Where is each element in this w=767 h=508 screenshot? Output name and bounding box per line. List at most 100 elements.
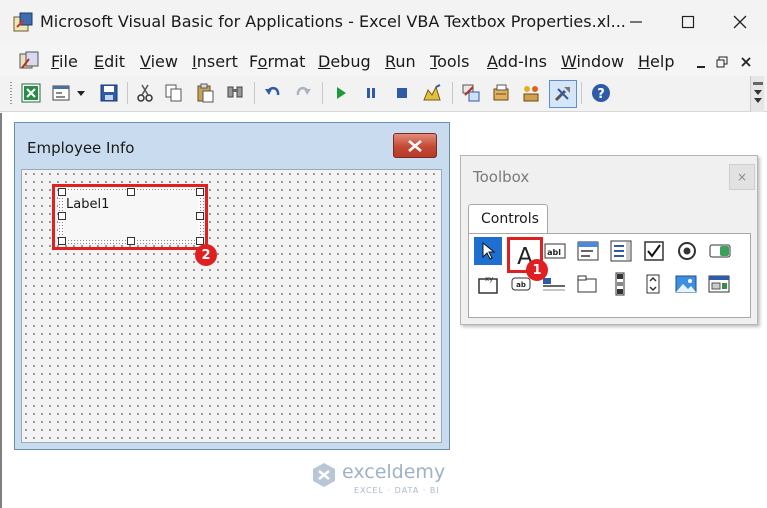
excel-icon[interactable] bbox=[20, 82, 42, 104]
save-icon[interactable] bbox=[98, 82, 120, 104]
svg-text:ab: ab bbox=[516, 281, 526, 289]
toolbar-separator bbox=[254, 82, 255, 104]
textbox-tool[interactable]: abl bbox=[541, 237, 569, 265]
menu-format[interactable]: Format bbox=[249, 52, 305, 71]
copy-icon[interactable] bbox=[163, 82, 185, 104]
close-icon bbox=[733, 15, 747, 29]
toggle-button-tool[interactable] bbox=[706, 237, 734, 265]
find-icon[interactable] bbox=[224, 82, 246, 104]
toolbar-grip[interactable] bbox=[10, 82, 12, 104]
toolbar-separator bbox=[452, 82, 453, 104]
image-icon bbox=[675, 275, 697, 293]
undo-icon[interactable] bbox=[262, 82, 284, 104]
tab-controls[interactable]: Controls bbox=[468, 204, 548, 234]
mdi-close-icon[interactable] bbox=[740, 53, 752, 67]
toolbar-separator bbox=[581, 82, 582, 104]
menu-view[interactable]: View bbox=[140, 52, 178, 71]
tab-controls-label: Controls bbox=[481, 211, 539, 227]
module-icon[interactable] bbox=[18, 50, 40, 72]
menu-window[interactable]: Window bbox=[561, 52, 624, 71]
svg-text:?: ? bbox=[597, 87, 605, 102]
reset-icon[interactable] bbox=[391, 82, 413, 104]
properties-icon[interactable] bbox=[490, 82, 512, 104]
vba-app-icon bbox=[12, 11, 34, 33]
toolbox-close-button[interactable]: × bbox=[729, 164, 755, 190]
frame-icon: xy bbox=[478, 275, 498, 294]
refedit-tool[interactable] bbox=[705, 270, 733, 298]
frame-tool[interactable]: xy bbox=[474, 270, 502, 298]
menu-debug[interactable]: Debug bbox=[318, 52, 371, 71]
redo-icon[interactable] bbox=[292, 82, 314, 104]
menu-help[interactable]: Help bbox=[638, 52, 674, 71]
checkbox-icon bbox=[644, 241, 664, 261]
help-icon[interactable]: ? bbox=[590, 82, 612, 104]
project-explorer-icon[interactable] bbox=[460, 82, 482, 104]
menu-bar: File Edit View Insert Format Debug Run T… bbox=[0, 44, 767, 76]
option-button-tool[interactable] bbox=[673, 237, 701, 265]
option-button-icon bbox=[678, 242, 696, 260]
toolbox-icon[interactable] bbox=[549, 80, 577, 108]
userform-title: Employee Info bbox=[27, 139, 135, 157]
menu-file[interactable]: File bbox=[51, 52, 78, 71]
resize-handle[interactable] bbox=[58, 237, 66, 245]
resize-handle[interactable] bbox=[196, 188, 204, 196]
standard-toolbar: ? bbox=[0, 76, 767, 112]
dropdown-arrow-icon[interactable] bbox=[74, 82, 88, 104]
cut-icon[interactable] bbox=[134, 82, 156, 104]
resize-handle[interactable] bbox=[127, 188, 135, 196]
mdi-restore-icon[interactable] bbox=[716, 53, 728, 68]
menu-tools[interactable]: Tools bbox=[430, 52, 469, 71]
minimize-icon bbox=[630, 21, 642, 23]
label-caption: Label1 bbox=[66, 197, 110, 212]
resize-handle[interactable] bbox=[196, 212, 204, 220]
menu-run[interactable]: Run bbox=[385, 52, 416, 71]
minimize-button[interactable] bbox=[610, 0, 662, 44]
combobox-icon bbox=[577, 241, 599, 261]
menu-add-ins[interactable]: Add-Ins bbox=[487, 52, 547, 71]
toolbar-separator bbox=[127, 82, 128, 104]
checkbox-tool[interactable] bbox=[640, 237, 668, 265]
spin-button-icon bbox=[646, 274, 660, 294]
step-badge-2: 2 bbox=[195, 244, 217, 266]
close-button[interactable] bbox=[714, 0, 766, 44]
resize-handle[interactable] bbox=[58, 188, 66, 196]
insert-userform-icon[interactable] bbox=[50, 82, 72, 104]
userform-close-button[interactable] bbox=[393, 133, 437, 158]
select-objects-tool[interactable] bbox=[474, 237, 502, 265]
listbox-tool[interactable] bbox=[607, 237, 635, 265]
svg-text:abl: abl bbox=[547, 248, 561, 257]
userform-window[interactable]: Employee Info bbox=[14, 122, 450, 450]
resize-handle[interactable] bbox=[58, 212, 66, 220]
maximize-icon bbox=[681, 15, 695, 29]
menu-edit[interactable]: Edit bbox=[94, 52, 125, 71]
resize-handle[interactable] bbox=[127, 237, 135, 245]
refedit-icon bbox=[708, 275, 730, 293]
design-mode-icon[interactable] bbox=[421, 82, 443, 104]
scrollbar-icon bbox=[615, 272, 625, 296]
object-browser-icon[interactable] bbox=[520, 82, 542, 104]
toolbox-title: Toolbox bbox=[473, 168, 530, 186]
run-icon[interactable] bbox=[330, 82, 352, 104]
spin-button-tool[interactable] bbox=[639, 270, 667, 298]
title-bar: Microsoft Visual Basic for Applications … bbox=[0, 0, 767, 44]
break-icon[interactable] bbox=[360, 82, 382, 104]
toolbar-separator bbox=[322, 82, 323, 104]
scrollbar-tool[interactable] bbox=[606, 270, 634, 298]
window-title: Microsoft Visual Basic for Applications … bbox=[40, 12, 626, 31]
close-icon bbox=[408, 139, 422, 152]
combobox-tool[interactable] bbox=[574, 237, 602, 265]
toggle-button-icon bbox=[709, 244, 731, 258]
toolbar-overflow[interactable] bbox=[750, 76, 764, 112]
menu-insert[interactable]: Insert bbox=[192, 52, 238, 71]
paste-icon[interactable] bbox=[194, 82, 216, 104]
exceldemy-logo-icon bbox=[312, 462, 336, 488]
multipage-tool[interactable] bbox=[573, 270, 601, 298]
maximize-button[interactable] bbox=[662, 0, 714, 44]
mdi-minimize-icon[interactable] bbox=[695, 54, 707, 68]
pointer-icon bbox=[482, 241, 496, 260]
listbox-icon bbox=[610, 240, 632, 262]
step-badge-1: 1 bbox=[526, 259, 548, 281]
watermark-tagline: EXCEL · DATA · BI bbox=[354, 486, 440, 495]
svg-text:xy: xy bbox=[485, 275, 493, 283]
image-tool[interactable] bbox=[672, 270, 700, 298]
